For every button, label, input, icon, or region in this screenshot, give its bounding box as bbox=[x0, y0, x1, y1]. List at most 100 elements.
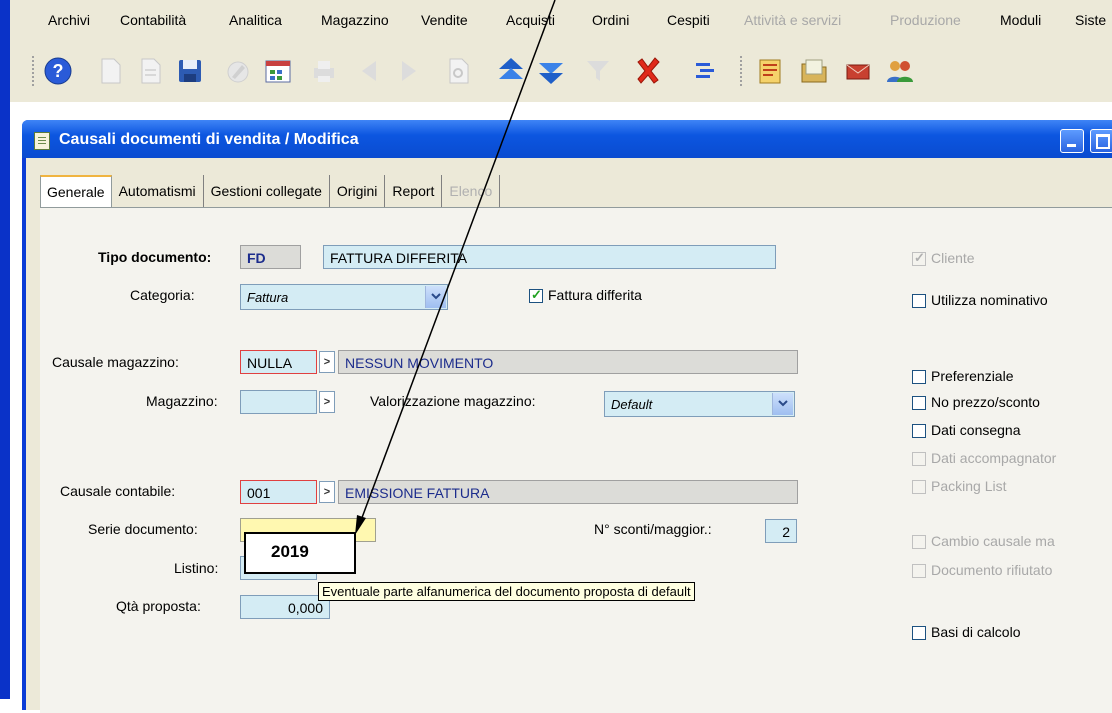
no-prezzo-label: No prezzo/sconto bbox=[931, 394, 1040, 410]
menu-magazzino[interactable]: Magazzino bbox=[321, 12, 389, 28]
menu-moduli[interactable]: Moduli bbox=[1000, 12, 1041, 28]
tab-gestioni-collegate[interactable]: Gestioni collegate bbox=[204, 175, 330, 207]
mail-icon[interactable] bbox=[840, 53, 876, 89]
preferenziale-checkbox[interactable] bbox=[912, 370, 926, 384]
toolbar-grip bbox=[32, 56, 37, 86]
utilizza-nominativo-label: Utilizza nominativo bbox=[931, 292, 1048, 308]
tab-report[interactable]: Report bbox=[385, 175, 443, 207]
window-title: Causali documenti di vendita / Modifica bbox=[59, 131, 359, 148]
tooltip: Eventuale parte alfanumerica del documen… bbox=[318, 582, 695, 601]
cliente-label: Cliente bbox=[931, 250, 975, 266]
cliente-checkbox[interactable] bbox=[912, 250, 926, 266]
print-icon[interactable] bbox=[306, 53, 342, 89]
tab-strip: Generale Automatismi Gestioni collegate … bbox=[40, 175, 501, 208]
tree-icon[interactable] bbox=[686, 53, 722, 89]
tab-generale[interactable]: Generale bbox=[40, 175, 112, 208]
users-icon[interactable] bbox=[882, 53, 918, 89]
menu-analitica[interactable]: Analitica bbox=[229, 12, 282, 28]
packing-list-label: Packing List bbox=[931, 478, 1007, 494]
svg-text:?: ? bbox=[53, 61, 64, 81]
menu-attivita-servizi[interactable]: Attività e servizi bbox=[744, 12, 841, 28]
tab-origini[interactable]: Origini bbox=[330, 175, 386, 207]
fattura-differita-checkbox[interactable] bbox=[529, 287, 543, 303]
menu-sistema[interactable]: Siste bbox=[1075, 12, 1106, 28]
magazzino-field[interactable] bbox=[240, 390, 317, 414]
listino-label: Listino: bbox=[174, 560, 219, 576]
workspace-gap bbox=[10, 102, 1112, 120]
zoom-icon[interactable]: > bbox=[319, 351, 335, 373]
toolbar-grip-2 bbox=[740, 56, 745, 86]
tab-elenco[interactable]: Elenco bbox=[442, 175, 501, 207]
tipo-documento-code[interactable]: FD bbox=[240, 245, 301, 269]
delete-icon[interactable] bbox=[630, 53, 666, 89]
documento-rifiutato-checkbox[interactable] bbox=[912, 564, 926, 578]
title-bar[interactable]: Causali documenti di vendita / Modifica bbox=[22, 120, 1112, 158]
documento-rifiutato-label: Documento rifiutato bbox=[931, 562, 1053, 578]
cambio-causale-checkbox[interactable] bbox=[912, 535, 926, 549]
categoria-select[interactable]: Fattura bbox=[240, 284, 448, 310]
menu-acquisti[interactable]: Acquisti bbox=[506, 12, 555, 28]
qta-proposta-label: Qtà proposta: bbox=[116, 598, 201, 614]
categoria-value: Fattura bbox=[247, 290, 289, 305]
packing-list-checkbox[interactable] bbox=[912, 480, 926, 494]
calendar-icon[interactable] bbox=[260, 53, 296, 89]
menu-vendite[interactable]: Vendite bbox=[421, 12, 468, 28]
zoom-icon[interactable]: > bbox=[319, 391, 335, 413]
help-icon[interactable]: ? bbox=[40, 53, 76, 89]
menu-contabilita[interactable]: Contabilità bbox=[120, 12, 186, 28]
dati-accompagnatori-checkbox[interactable] bbox=[912, 452, 926, 466]
dati-consegna-label: Dati consegna bbox=[931, 422, 1021, 438]
window-client: Generale Automatismi Gestioni collegate … bbox=[26, 158, 1112, 713]
valorizzazione-value: Default bbox=[611, 397, 653, 412]
causale-magazzino-code[interactable]: NULLA bbox=[240, 350, 317, 374]
basi-calcolo-label: Basi di calcolo bbox=[931, 624, 1021, 640]
save-icon[interactable] bbox=[172, 53, 208, 89]
valorizzazione-label: Valorizzazione magazzino: bbox=[370, 393, 536, 409]
causale-magazzino-label: Causale magazzino: bbox=[52, 354, 179, 370]
search-icon[interactable] bbox=[440, 53, 476, 89]
valorizzazione-select[interactable]: Default bbox=[604, 391, 795, 417]
chevron-down-icon[interactable] bbox=[772, 393, 793, 415]
maximize-icon[interactable] bbox=[1090, 129, 1112, 153]
serie-documento-label: Serie documento: bbox=[88, 521, 198, 537]
minimize-icon[interactable] bbox=[1060, 129, 1084, 153]
fattura-differita-label: Fattura differita bbox=[548, 287, 642, 303]
preferenziale-label: Preferenziale bbox=[931, 368, 1014, 384]
sconti-label: N° sconti/maggior.: bbox=[594, 521, 712, 537]
previous-icon[interactable] bbox=[352, 53, 388, 89]
qta-proposta-field[interactable]: 0,000 bbox=[240, 595, 330, 619]
basi-calcolo-checkbox[interactable] bbox=[912, 626, 926, 640]
tipo-documento-description[interactable]: FATTURA DIFFERITA bbox=[323, 245, 776, 269]
filter-icon[interactable] bbox=[580, 53, 616, 89]
menu-produzione[interactable]: Produzione bbox=[890, 12, 961, 28]
new-document-icon[interactable] bbox=[92, 53, 128, 89]
tab-automatismi[interactable]: Automatismi bbox=[112, 175, 204, 207]
tab-panel-generale: Tipo documento: FD FATTURA DIFFERITA Cat… bbox=[40, 207, 1112, 713]
notes-icon[interactable] bbox=[752, 53, 788, 89]
copy-document-icon[interactable] bbox=[132, 53, 168, 89]
dati-consegna-checkbox[interactable] bbox=[912, 424, 926, 438]
sconti-field[interactable]: 2 bbox=[765, 519, 797, 543]
categoria-label: Categoria: bbox=[130, 287, 195, 303]
tipo-documento-label: Tipo documento: bbox=[98, 249, 212, 265]
no-prezzo-checkbox[interactable] bbox=[912, 396, 926, 410]
utilizza-nominativo-checkbox[interactable] bbox=[912, 294, 926, 308]
menu-cespiti[interactable]: Cespiti bbox=[667, 12, 710, 28]
menu-bar: Archivi Contabilità Analitica Magazzino … bbox=[10, 0, 1112, 41]
causale-contabile-description[interactable]: EMISSIONE FATTURA bbox=[338, 480, 798, 504]
left-border bbox=[0, 0, 10, 699]
first-record-icon[interactable] bbox=[493, 53, 529, 89]
folder-icon[interactable] bbox=[796, 53, 832, 89]
edit-icon[interactable] bbox=[220, 53, 256, 89]
zoom-icon[interactable]: > bbox=[319, 481, 335, 503]
chevron-down-icon[interactable] bbox=[425, 286, 446, 308]
causale-contabile-code[interactable]: 001 bbox=[240, 480, 317, 504]
next-icon[interactable] bbox=[390, 53, 426, 89]
toolbar: ? bbox=[10, 40, 1112, 102]
menu-archivi[interactable]: Archivi bbox=[48, 12, 90, 28]
last-record-icon[interactable] bbox=[533, 53, 569, 89]
causale-magazzino-description[interactable]: NESSUN MOVIMENTO bbox=[338, 350, 798, 374]
dati-accompagnatori-label: Dati accompagnator bbox=[931, 450, 1057, 466]
causale-contabile-label: Causale contabile: bbox=[60, 483, 176, 499]
menu-ordini[interactable]: Ordini bbox=[592, 12, 629, 28]
